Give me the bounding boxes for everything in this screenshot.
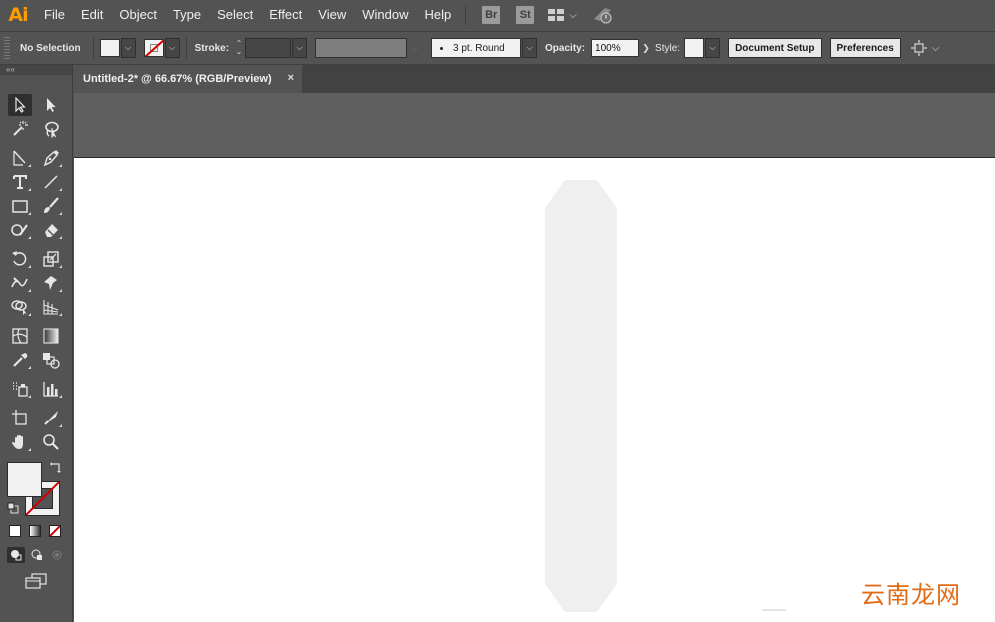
direct-selection-tool[interactable] (39, 94, 63, 116)
fill-swatch[interactable] (99, 39, 120, 57)
stray-mark (762, 609, 786, 611)
variable-width-dropdown[interactable]: ⌵ (408, 38, 423, 58)
control-bar: No Selection ⌵ ⌵ Stroke: ⌃ ⌄ ⌵ ⌵ 3 pt. Ro… (0, 31, 995, 65)
draw-normal-button[interactable] (7, 547, 25, 563)
type-tool[interactable] (8, 171, 32, 193)
selection-status: No Selection (20, 42, 81, 54)
stock-button[interactable]: St (516, 6, 535, 24)
menu-object[interactable]: Object (111, 0, 165, 30)
none-mode-button[interactable] (49, 525, 61, 537)
menu-window[interactable]: Window (354, 0, 416, 30)
close-icon[interactable]: × (288, 72, 294, 84)
watermark: 云南龙网 (857, 575, 965, 610)
menu-edit[interactable]: Edit (73, 0, 111, 30)
shaper-tool[interactable] (8, 219, 32, 241)
rectangle-tool[interactable] (8, 195, 32, 217)
swap-fill-stroke-icon[interactable] (49, 461, 63, 475)
chevron-down-icon: ⌵ (931, 42, 940, 54)
brush-definition[interactable]: 3 pt. Round (431, 38, 522, 58)
rounded-bar-shape[interactable] (545, 180, 617, 612)
puppet-warp-tool[interactable] (39, 272, 63, 294)
tools-panel: «« (0, 65, 73, 622)
color-mode-button[interactable] (9, 525, 21, 537)
document-setup-button[interactable]: Document Setup (728, 38, 822, 58)
blend-tool[interactable] (39, 349, 63, 371)
magic-wand-tool[interactable] (8, 118, 32, 140)
app-logo: Ai (8, 4, 28, 26)
graphic-style-dropdown[interactable]: ⌵ (705, 38, 721, 58)
warp-tool[interactable] (8, 272, 32, 294)
separator (92, 37, 94, 59)
artboard[interactable]: 云南龙网 (74, 158, 995, 622)
perspective-grid-tool[interactable] (39, 296, 63, 318)
zoom-tool[interactable] (39, 431, 63, 453)
draw-behind-button[interactable] (28, 547, 46, 563)
stroke-dropdown[interactable]: ⌵ (164, 38, 180, 58)
gradient-tool[interactable] (39, 325, 63, 347)
symbol-sprayer-tool[interactable] (8, 378, 32, 400)
slice-tool[interactable] (39, 407, 63, 429)
pen-tool[interactable] (39, 147, 63, 169)
stroke-weight-dropdown[interactable]: ⌵ (292, 38, 308, 58)
menu-type[interactable]: Type (165, 0, 209, 30)
graphic-style-swatch[interactable] (684, 38, 705, 58)
artboard-tool[interactable] (8, 407, 32, 429)
draw-inside-button[interactable] (48, 547, 66, 563)
scale-tool[interactable] (39, 248, 63, 270)
align-options-icon[interactable]: ⌵ (910, 40, 940, 56)
curvature-tool[interactable] (8, 147, 32, 169)
document-tab-title: Untitled-2* @ 66.67% (RGB/Preview) (83, 73, 272, 85)
opacity-input[interactable]: 100% (591, 39, 640, 57)
pasteboard[interactable] (74, 93, 995, 158)
fill-dropdown[interactable]: ⌵ (120, 38, 136, 58)
variable-width-profile[interactable] (315, 38, 408, 58)
column-graph-tool[interactable] (39, 378, 63, 400)
hand-tool[interactable] (8, 431, 32, 453)
menu-file[interactable]: File (36, 0, 73, 30)
menu-view[interactable]: View (310, 0, 354, 30)
stroke-weight-input[interactable] (245, 38, 292, 58)
default-fill-stroke-icon[interactable] (7, 502, 19, 514)
document-tab[interactable]: Untitled-2* @ 66.67% (RGB/Preview) × (74, 65, 302, 93)
menu-effect[interactable]: Effect (261, 0, 310, 30)
style-label: Style: (655, 42, 681, 54)
brush-value: 3 pt. Round (453, 42, 505, 54)
arrange-documents-icon (548, 9, 565, 21)
document-tab-bar: Untitled-2* @ 66.67% (RGB/Preview) × (74, 65, 995, 93)
preferences-button[interactable]: Preferences (829, 38, 901, 58)
stroke-label: Stroke: (194, 42, 230, 54)
paintbrush-tool[interactable] (39, 195, 63, 217)
mesh-tool[interactable] (8, 325, 32, 347)
stroke-weight-stepper[interactable]: ⌃ ⌄ (233, 38, 245, 58)
opacity-slider-toggle[interactable]: ❯ (639, 39, 653, 57)
bridge-button[interactable]: Br (482, 6, 501, 24)
arrange-documents-button[interactable]: ⌵ (548, 9, 577, 21)
eyedropper-tool[interactable] (8, 349, 32, 371)
menu-separator (465, 5, 467, 25)
brush-dot-icon (440, 46, 444, 50)
line-segment-tool[interactable] (39, 171, 63, 193)
lasso-tool[interactable] (39, 118, 63, 140)
shape-builder-tool[interactable] (8, 296, 32, 318)
opacity-label[interactable]: Opacity: (545, 43, 585, 54)
menu-help[interactable]: Help (416, 0, 459, 30)
brush-dropdown[interactable]: ⌵ (522, 38, 538, 58)
stroke-swatch[interactable] (143, 39, 164, 57)
selection-tool[interactable] (8, 94, 32, 116)
screen-mode-button[interactable] (24, 572, 48, 590)
chevron-down-icon: ⌵ (569, 9, 577, 21)
menu-bar: Ai File Edit Object Type Select Effect V… (0, 0, 995, 30)
fill-color-swatch[interactable] (7, 462, 42, 497)
gradient-mode-button[interactable] (29, 525, 41, 537)
tools-collapse-button[interactable]: «« (0, 65, 72, 75)
menu-select[interactable]: Select (209, 0, 261, 30)
rotate-tool[interactable] (8, 248, 32, 270)
separator (185, 37, 187, 59)
eraser-tool[interactable] (39, 219, 63, 241)
gpu-performance-icon[interactable] (591, 5, 615, 25)
panel-grip[interactable] (4, 37, 10, 59)
